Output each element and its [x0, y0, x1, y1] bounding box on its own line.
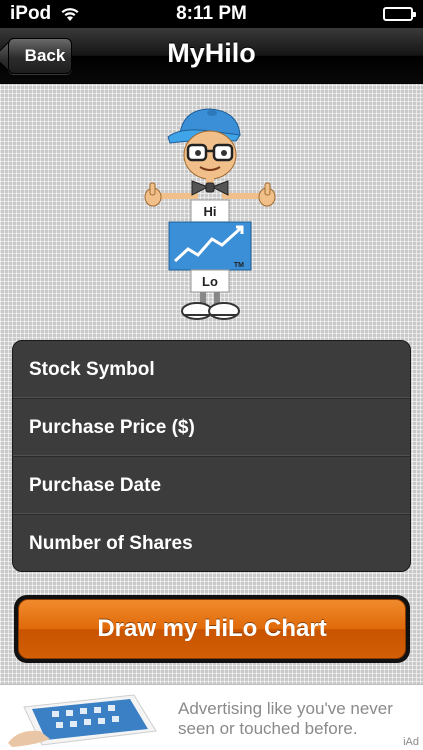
- ipad-icon: [8, 694, 157, 747]
- purchase-price-label: Purchase Price ($): [29, 416, 195, 438]
- draw-button-frame: Draw my HiLo Chart: [14, 595, 410, 663]
- status-left: iPod: [10, 3, 81, 25]
- purchase-date-field[interactable]: Purchase Date: [13, 457, 410, 515]
- draw-hilo-chart-button[interactable]: Draw my HiLo Chart: [18, 599, 406, 659]
- wifi-icon: [59, 6, 81, 22]
- mascot-illustration: Hi Lo TM: [140, 103, 280, 325]
- stock-form: Stock Symbol Purchase Price ($) Purchase…: [12, 340, 411, 572]
- carrier-label: iPod: [10, 3, 52, 24]
- tm-label: TM: [234, 262, 244, 269]
- back-button[interactable]: Back: [8, 38, 72, 74]
- stock-symbol-label: Stock Symbol: [29, 358, 155, 380]
- status-bar: iPod 8:11 PM: [0, 0, 423, 28]
- iad-tag: iAd: [403, 736, 419, 748]
- number-of-shares-field[interactable]: Number of Shares: [13, 515, 410, 571]
- purchase-price-field[interactable]: Purchase Price ($): [13, 399, 410, 457]
- stock-symbol-field[interactable]: Stock Symbol: [13, 341, 410, 399]
- ad-line-1: Advertising like you've never: [178, 699, 393, 718]
- ipad-ad-image: [6, 689, 174, 750]
- navigation-bar: Back MyHilo: [0, 28, 423, 84]
- ad-banner[interactable]: Advertising like you've never seen or to…: [0, 684, 423, 750]
- purchase-date-label: Purchase Date: [29, 474, 162, 496]
- lo-label: Lo: [202, 274, 218, 289]
- ad-text: Advertising like you've never seen or to…: [178, 699, 418, 739]
- number-of-shares-label: Number of Shares: [29, 533, 193, 554]
- mascot-icon: Hi Lo TM: [144, 108, 276, 320]
- ad-line-2: seen or touched before.: [178, 719, 358, 738]
- hi-label: Hi: [204, 204, 217, 219]
- battery-icon: [383, 7, 416, 21]
